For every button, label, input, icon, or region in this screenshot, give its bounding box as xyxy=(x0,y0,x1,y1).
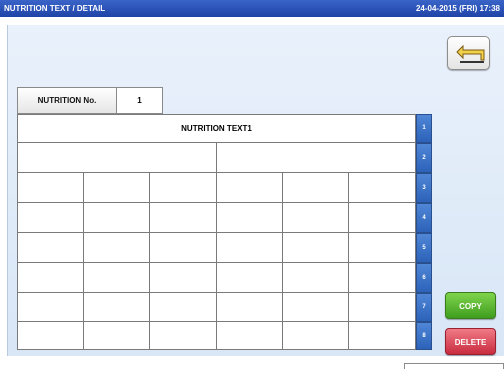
grid-cell[interactable] xyxy=(283,233,349,262)
row-number-7[interactable]: 7 xyxy=(416,293,432,322)
delete-button[interactable]: DELETE xyxy=(445,328,496,355)
nutrition-no-label: NUTRITION No. xyxy=(17,87,117,114)
grid-cell[interactable] xyxy=(349,233,415,262)
grid-cell[interactable] xyxy=(84,322,150,349)
grid-cell[interactable] xyxy=(84,263,150,292)
grid-cell[interactable] xyxy=(150,263,217,292)
grid-cell[interactable] xyxy=(217,263,283,292)
grid-cell[interactable] xyxy=(150,173,217,202)
grid-cell[interactable] xyxy=(349,263,415,292)
grid-cell[interactable] xyxy=(84,293,150,321)
date-time: 24-04-2015 (FRI) 17:38 xyxy=(415,4,500,13)
grid-row-1: NUTRITION TEXT1 xyxy=(18,115,415,143)
grid-cell[interactable] xyxy=(283,263,349,292)
nutrition-no-value[interactable]: 1 xyxy=(117,87,163,114)
grid-cell[interactable] xyxy=(84,233,150,262)
grid-cell[interactable] xyxy=(18,263,84,292)
row-number-3[interactable]: 3 xyxy=(416,173,432,203)
copy-button[interactable]: COPY xyxy=(445,292,496,319)
grid-cell[interactable] xyxy=(150,293,217,321)
bottom-edge-strip xyxy=(404,363,504,369)
grid-row-3 xyxy=(18,173,415,203)
nutrition-text-grid: NUTRITION TEXT1 xyxy=(17,114,416,350)
grid-cell[interactable] xyxy=(18,322,84,349)
grid-row-4 xyxy=(18,203,415,233)
grid-cell[interactable] xyxy=(283,322,349,349)
grid-row-2 xyxy=(18,143,415,173)
grid-cell[interactable] xyxy=(150,233,217,262)
grid-cell[interactable] xyxy=(217,293,283,321)
row-number-4[interactable]: 4 xyxy=(416,203,432,233)
row-number-6[interactable]: 6 xyxy=(416,263,432,293)
row-number-8[interactable]: 8 xyxy=(416,322,432,350)
grid-cell[interactable] xyxy=(283,293,349,321)
grid-cell[interactable] xyxy=(217,322,283,349)
back-button[interactable] xyxy=(447,36,490,70)
grid-cell[interactable] xyxy=(349,173,415,202)
grid-cell[interactable] xyxy=(84,173,150,202)
grid-row-7 xyxy=(18,293,415,322)
grid-cell[interactable] xyxy=(84,203,150,232)
grid-cell[interactable] xyxy=(349,203,415,232)
grid-cell[interactable] xyxy=(283,173,349,202)
title-bar: NUTRITION TEXT / DETAIL 24-04-2015 (FRI)… xyxy=(0,0,504,17)
grid-cell[interactable] xyxy=(349,322,415,349)
row-number-2[interactable]: 2 xyxy=(416,143,432,173)
grid-row-8 xyxy=(18,322,415,349)
nutrition-text-cell[interactable]: NUTRITION TEXT1 xyxy=(18,115,415,142)
row-number-1[interactable]: 1 xyxy=(416,114,432,143)
row-number-5[interactable]: 5 xyxy=(416,233,432,263)
grid-row-5 xyxy=(18,233,415,263)
screen-title: NUTRITION TEXT / DETAIL xyxy=(4,4,106,13)
grid-cell[interactable] xyxy=(18,233,84,262)
grid-cell[interactable] xyxy=(150,322,217,349)
grid-cell[interactable] xyxy=(217,173,283,202)
grid-cell[interactable] xyxy=(18,173,84,202)
grid-cell[interactable] xyxy=(217,143,415,172)
grid-cell[interactable] xyxy=(349,293,415,321)
return-arrow-icon xyxy=(456,44,485,63)
grid-cell[interactable] xyxy=(18,293,84,321)
grid-cell[interactable] xyxy=(18,143,217,172)
grid-cell[interactable] xyxy=(217,203,283,232)
grid-row-6 xyxy=(18,263,415,293)
grid-cell[interactable] xyxy=(18,203,84,232)
grid-cell[interactable] xyxy=(283,203,349,232)
grid-cell[interactable] xyxy=(217,233,283,262)
grid-cell[interactable] xyxy=(150,203,217,232)
